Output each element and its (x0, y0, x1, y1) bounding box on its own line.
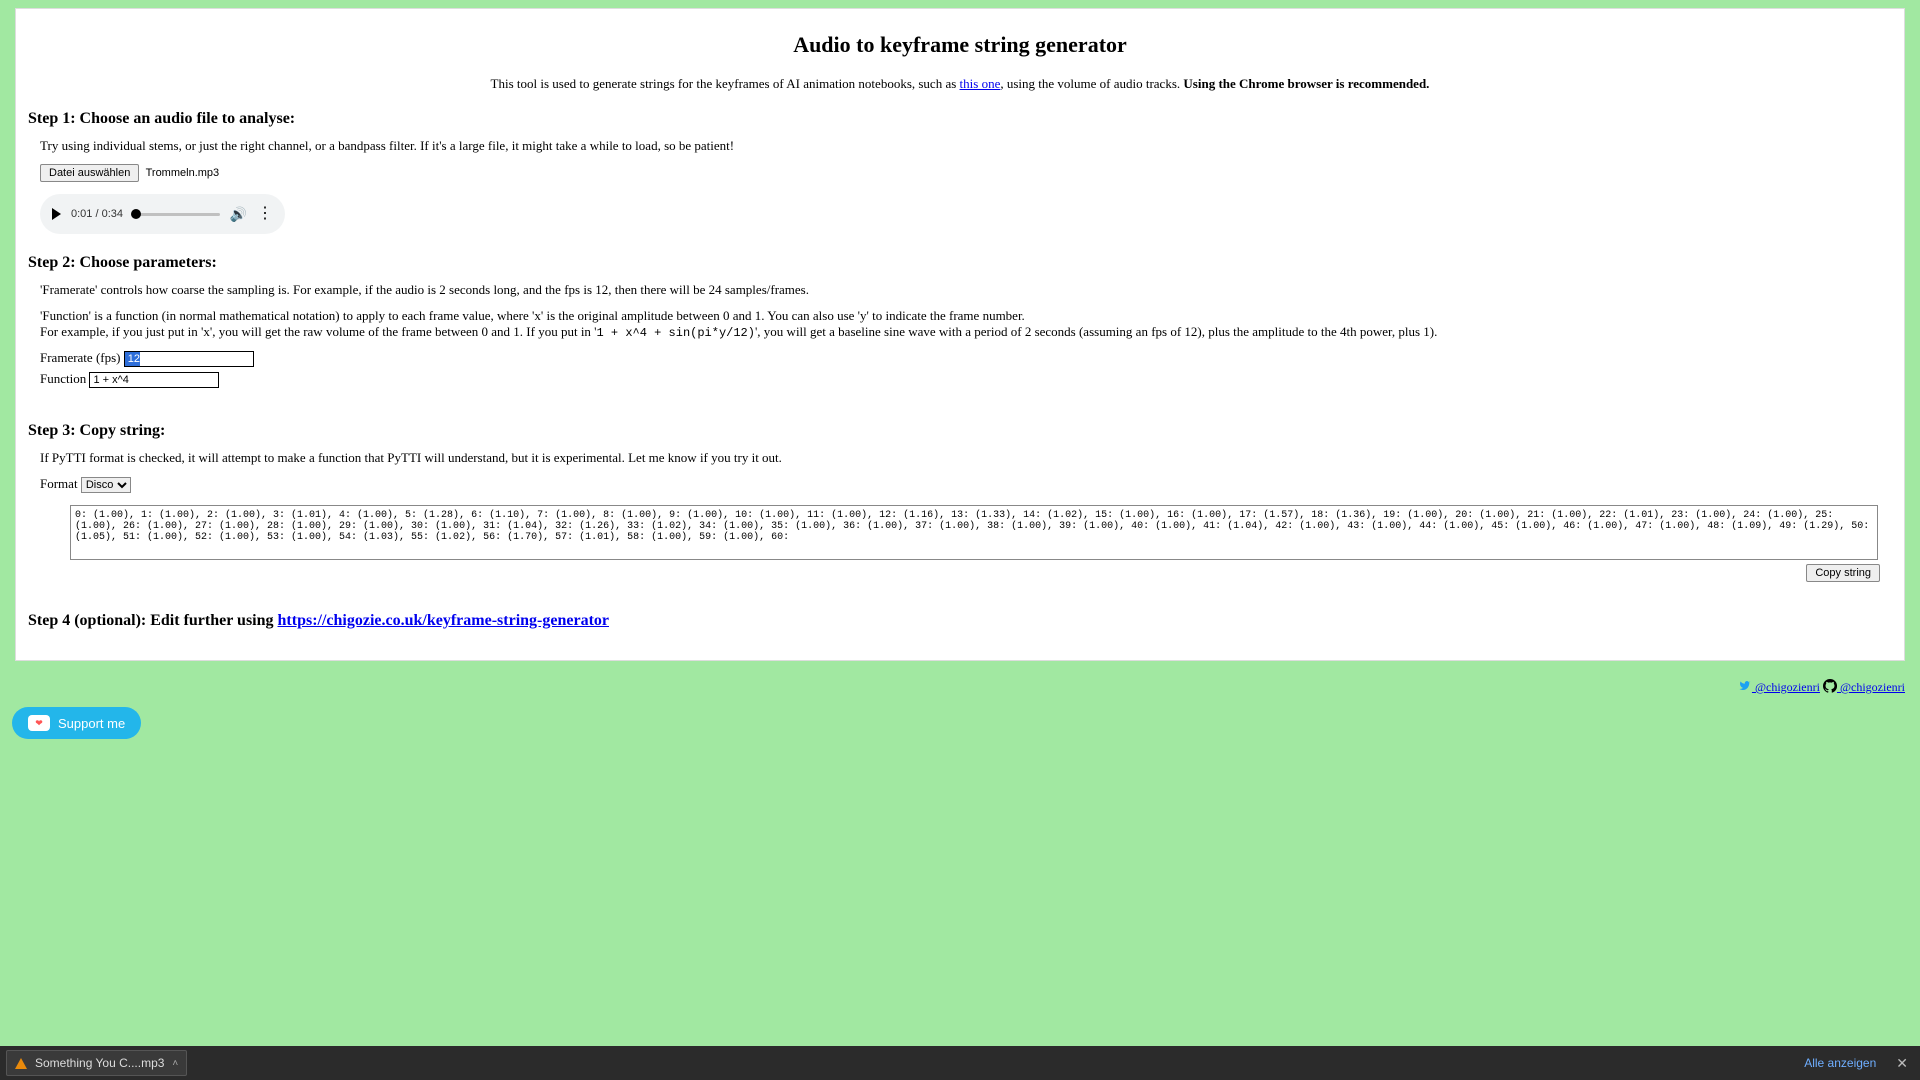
step3-heading: Step 3: Copy string: (28, 422, 1892, 440)
step1-note: Try using individual stems, or just the … (40, 138, 1892, 154)
format-select[interactable]: Disco (81, 477, 131, 493)
support-me-button[interactable]: Support me (12, 707, 141, 739)
fps-label: Framerate (fps) (40, 350, 121, 365)
step4-heading: Step 4 (optional): Edit further using ht… (28, 612, 1892, 630)
audio-player: 0:01 / 0:34 ⋮ (40, 194, 285, 234)
step3-note: If PyTTI format is checked, it will atte… (40, 450, 1892, 466)
format-label: Format (40, 476, 78, 491)
vlc-icon (15, 1058, 27, 1069)
copy-string-button[interactable]: Copy string (1806, 564, 1880, 582)
download-bar: Something You C....mp3 ˄ Alle anzeigen ✕ (0, 1046, 1920, 1080)
step2-p1: 'Framerate' controls how coarse the samp… (40, 282, 1892, 298)
download-filename: Something You C....mp3 (35, 1056, 164, 1070)
output-textarea[interactable]: 0: (1.00), 1: (1.00), 2: (1.00), 3: (1.0… (70, 505, 1878, 560)
audio-menu-icon[interactable]: ⋮ (257, 206, 273, 222)
twitter-link[interactable]: @chigozienri (1752, 680, 1820, 694)
show-all-downloads[interactable]: Alle anzeigen (1804, 1056, 1876, 1070)
volume-icon[interactable] (230, 206, 247, 223)
page-title: Audio to keyframe string generator (28, 32, 1892, 58)
twitter-icon (1738, 680, 1752, 696)
fps-input[interactable] (124, 351, 254, 367)
github-link[interactable]: @chigozienri (1837, 680, 1905, 694)
footer-links: @chigozienri @chigozienri (0, 673, 1920, 699)
github-icon (1823, 679, 1837, 697)
main-panel: Audio to keyframe string generator This … (15, 8, 1905, 661)
kofi-icon (28, 715, 50, 731)
choose-file-button[interactable]: Datei auswählen (40, 164, 139, 182)
chevron-up-icon[interactable]: ˄ (172, 1058, 178, 1069)
audio-progress[interactable] (133, 213, 220, 216)
audio-time: 0:01 / 0:34 (71, 208, 123, 220)
function-input[interactable] (89, 372, 219, 388)
step2-p2: 'Function' is a function (in normal math… (40, 308, 1892, 340)
example-link[interactable]: this one (960, 76, 1001, 91)
step2-heading: Step 2: Choose parameters: (28, 254, 1892, 272)
step4-link[interactable]: https://chigozie.co.uk/keyframe-string-g… (278, 612, 609, 629)
page-subtitle: This tool is used to generate strings fo… (28, 76, 1892, 92)
selected-file-name: Trommeln.mp3 (146, 167, 220, 179)
download-item[interactable]: Something You C....mp3 ˄ (6, 1050, 187, 1076)
step1-heading: Step 1: Choose an audio file to analyse: (28, 110, 1892, 128)
function-label: Function (40, 371, 86, 386)
close-download-bar[interactable]: ✕ (1890, 1055, 1914, 1072)
play-icon[interactable] (52, 208, 61, 220)
